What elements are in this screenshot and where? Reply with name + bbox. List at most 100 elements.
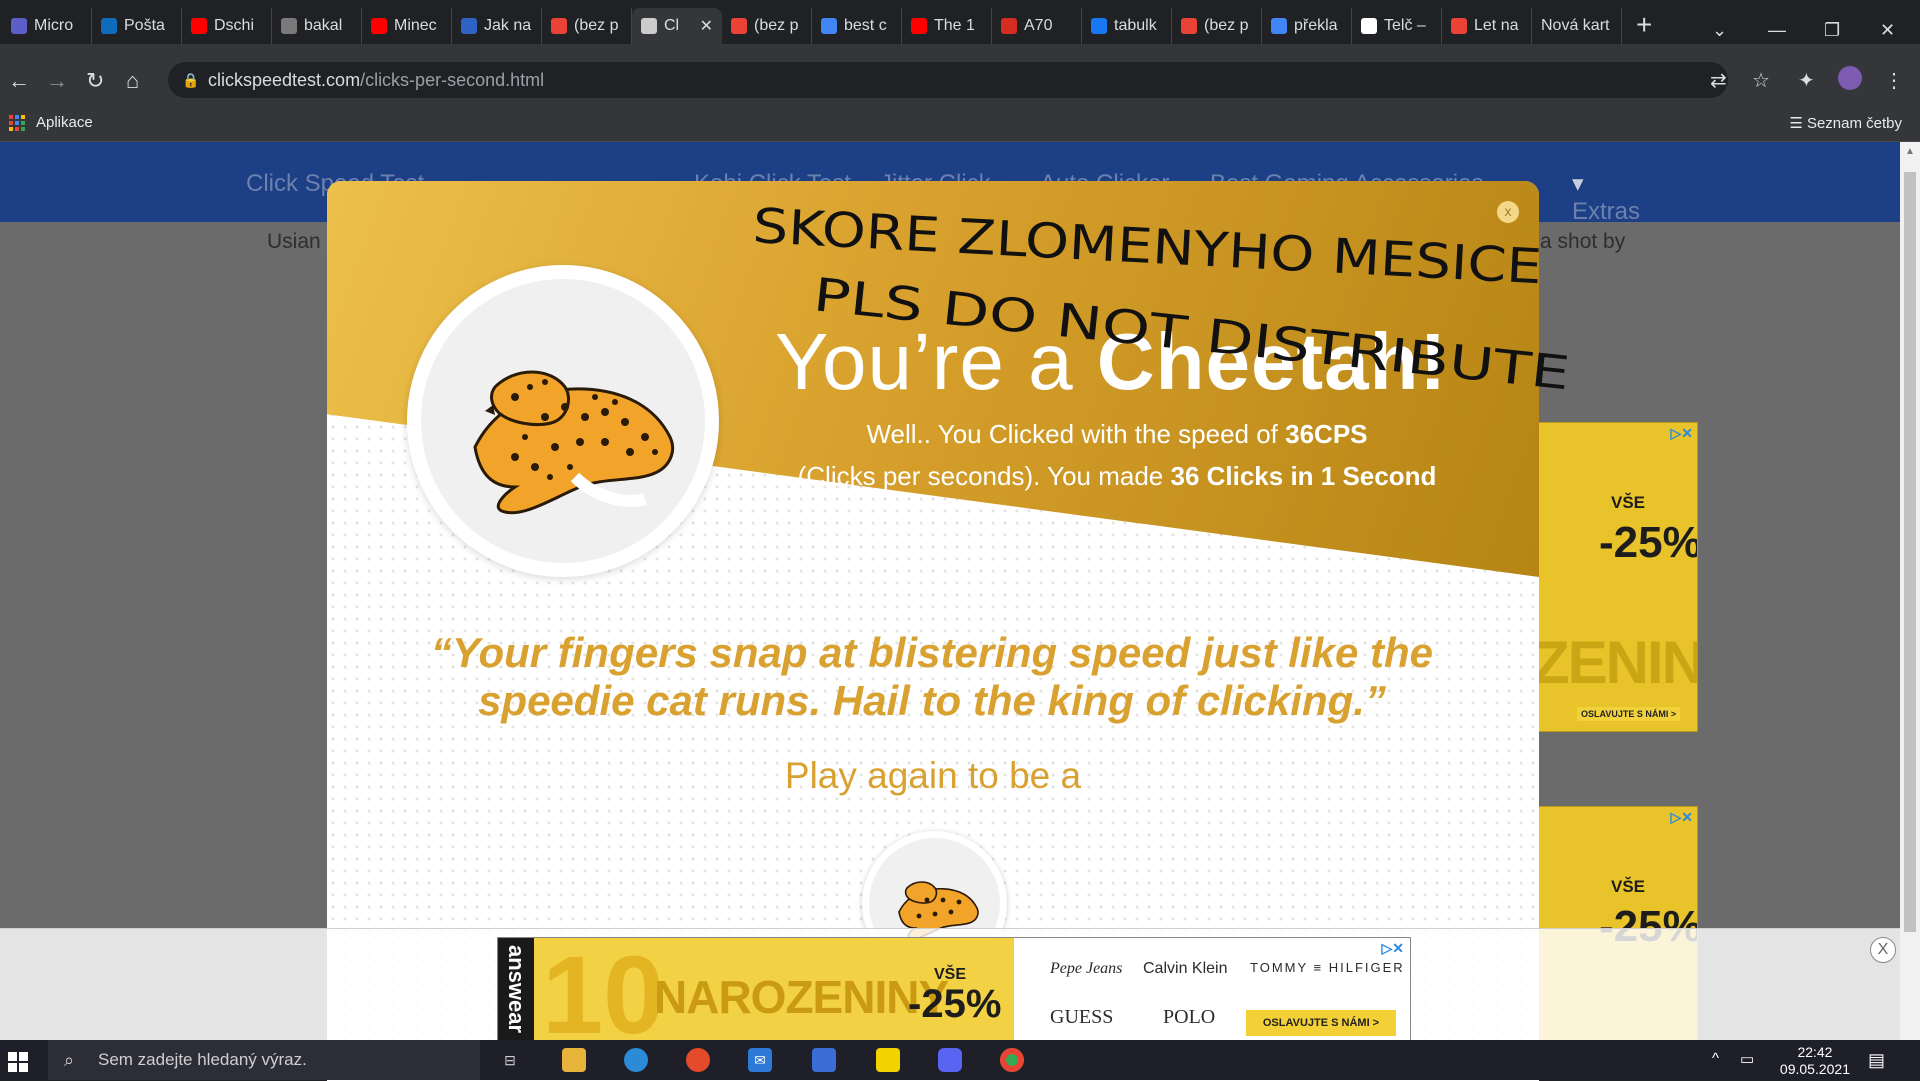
reading-list-button[interactable]: ☰ Seznam četby [1789, 114, 1902, 132]
browser-tab[interactable]: Pošta [92, 8, 182, 44]
mail-icon[interactable]: ✉ [748, 1048, 772, 1072]
browser-tab-label: bakal [304, 17, 343, 34]
gmail-icon [1181, 18, 1197, 34]
cheetah-badge [407, 265, 719, 577]
browser-tab-label: tabulk [1114, 17, 1157, 34]
browser-tab-label: Minec [394, 17, 437, 34]
browser-tab[interactable]: Cl ✕ [632, 8, 722, 44]
result-quote: “Your fingers snap at blistering speed j… [431, 629, 1433, 724]
sticky-notes-icon[interactable] [876, 1048, 900, 1072]
browser-tab-label: Telč – [1384, 17, 1426, 34]
ad-brand-polo: POLO [1163, 1006, 1216, 1028]
battery-icon[interactable]: ▭ [1740, 1050, 1754, 1068]
play-again-text: Play again to be a [784, 755, 1082, 796]
ad-cta-button[interactable]: OSLAVUJTE S NÁMI > [1246, 1010, 1396, 1036]
reload-icon[interactable]: ↻ [86, 68, 104, 94]
browser-tab-label: best c [844, 17, 887, 34]
page-scrollbar[interactable]: ▲ [1900, 142, 1920, 1042]
browser-tab[interactable]: best c [812, 8, 902, 44]
close-window-button[interactable]: ✕ [1880, 20, 1895, 41]
youtube-icon [191, 18, 207, 34]
browser-tab-label: Nová kart [1541, 17, 1610, 34]
adchoices-icon[interactable]: ▷✕ [1671, 809, 1694, 826]
back-icon[interactable]: ← [8, 68, 30, 94]
outlook-icon [101, 18, 117, 34]
new-tab-button[interactable]: + [1636, 8, 1652, 44]
adchoices-icon[interactable]: ▷✕ [1671, 425, 1694, 442]
browser-tab[interactable]: překla [1262, 8, 1352, 44]
side-ad-discount: -25% [1599, 518, 1698, 567]
windows-start-icon[interactable] [8, 1052, 28, 1072]
forward-icon[interactable]: → [46, 68, 68, 94]
browser-tab[interactable]: (bez p [542, 8, 632, 44]
side-ad-cta[interactable]: OSLAVUJTE S NÁMI > [1577, 707, 1681, 721]
bookmark-star-icon[interactable]: ☆ [1752, 68, 1770, 93]
profile-avatar[interactable] [1838, 66, 1862, 90]
side-ad-top[interactable]: ▷✕ VŠE -25% ZENINY OSLAVUJTE S NÁMI > [1538, 422, 1698, 732]
scrollbar-thumb[interactable] [1904, 172, 1916, 932]
task-view-icon[interactable]: ⊟ [498, 1048, 522, 1072]
tab-list: Micro Pošta Dschi bakal Minec Jak na (bez p Cl ✕… [2, 8, 1622, 44]
adchoices-icon[interactable]: ▷✕ [1382, 940, 1405, 957]
discord-icon[interactable] [938, 1048, 962, 1072]
samsung-icon [1001, 18, 1017, 34]
nav-extras-dropdown[interactable]: Extras ▾ [1572, 170, 1640, 225]
store-icon[interactable] [812, 1048, 836, 1072]
notifications-icon[interactable]: ▤ [1868, 1050, 1885, 1071]
bottom-ad-banner[interactable]: answear 10 NAROZENINY VŠE -25% Pepe Jean… [497, 937, 1411, 1049]
taskbar-clock[interactable]: 22:42 09.05.2021 [1780, 1044, 1850, 1078]
address-bar[interactable]: 🔒 clickspeedtest.com/clicks-per-second.h… [168, 62, 1728, 98]
browser-tab[interactable]: The 1 [902, 8, 992, 44]
browser-tab[interactable]: Jak na [452, 8, 542, 44]
browser-tab[interactable]: (bez p [1172, 8, 1262, 44]
browser-tab[interactable]: Micro [2, 8, 92, 44]
result-line1-text: Well.. You Clicked with the speed of [866, 419, 1286, 449]
browser-tab[interactable]: Nová kart [1532, 8, 1622, 44]
tray-chevron-icon[interactable]: ^ [1712, 1050, 1719, 1067]
ad-narozeniny: NAROZENINY [654, 971, 949, 1023]
file-explorer-icon[interactable] [562, 1048, 586, 1072]
modal-close-button[interactable]: x [1497, 201, 1519, 223]
search-icon: ⌕ [64, 1050, 75, 1070]
home-icon[interactable]: ⌂ [126, 68, 139, 94]
restore-button[interactable]: ❐ [1824, 20, 1840, 41]
menu-icon[interactable]: ⋮ [1884, 68, 1904, 93]
ad-brand-ck: Calvin Klein [1143, 960, 1228, 977]
browser-tab[interactable]: bakal [272, 8, 362, 44]
close-tab-icon[interactable]: ✕ [700, 16, 713, 36]
tab-search-icon[interactable]: ⌄ [1712, 20, 1727, 41]
browser-tab[interactable]: tabulk [1082, 8, 1172, 44]
browser-tab[interactable]: (bez p [722, 8, 812, 44]
translate-icon[interactable]: ⇄ [1710, 68, 1727, 93]
ad-discount: -25% [908, 982, 1002, 1026]
cheetah-icon [473, 370, 675, 515]
minimize-button[interactable]: — [1768, 20, 1786, 41]
side-ad-vse: VŠE [1611, 493, 1646, 512]
edge-icon[interactable] [624, 1048, 648, 1072]
browser-tab-label: (bez p [574, 17, 619, 34]
firefox-icon[interactable] [686, 1048, 710, 1072]
ad-brand-tommy: TOMMY ≡ HILFIGER [1250, 960, 1405, 975]
lock-icon: 🔒 [182, 72, 200, 88]
scroll-up-icon[interactable]: ▲ [1905, 146, 1915, 157]
apps-grid-icon[interactable] [9, 115, 25, 131]
windows-taskbar: ⌕ Sem zadejte hledaný výraz. ⊟ ✉ ^ ▭ 22:… [0, 1040, 1920, 1080]
browser-tab[interactable]: Dschi [182, 8, 272, 44]
nav-extras-label: Extras [1572, 198, 1641, 225]
chrome-icon[interactable] [1000, 1048, 1024, 1072]
cursor-icon [641, 18, 657, 34]
arrow-icon [461, 18, 477, 34]
browser-tab[interactable]: Let na [1442, 8, 1532, 44]
bottom-ad-close-button[interactable]: X [1870, 937, 1896, 963]
browser-tab[interactable]: Telč – [1352, 8, 1442, 44]
browser-tab[interactable]: A70 [992, 8, 1082, 44]
browser-tab[interactable]: Minec [362, 8, 452, 44]
browser-tab-label: Cl [664, 17, 680, 34]
clock-time: 22:42 [1797, 1044, 1833, 1060]
extensions-icon[interactable]: ✦ [1798, 68, 1815, 93]
browser-tab-label: Jak na [484, 17, 532, 34]
browser-tab-label: (bez p [754, 17, 799, 34]
taskbar-search[interactable]: ⌕ Sem zadejte hledaný výraz. [48, 1040, 480, 1080]
apps-bookmark[interactable]: Aplikace [36, 114, 93, 131]
ad-gold-panel: 10 NAROZENINY VŠE -25% [534, 938, 1014, 1048]
